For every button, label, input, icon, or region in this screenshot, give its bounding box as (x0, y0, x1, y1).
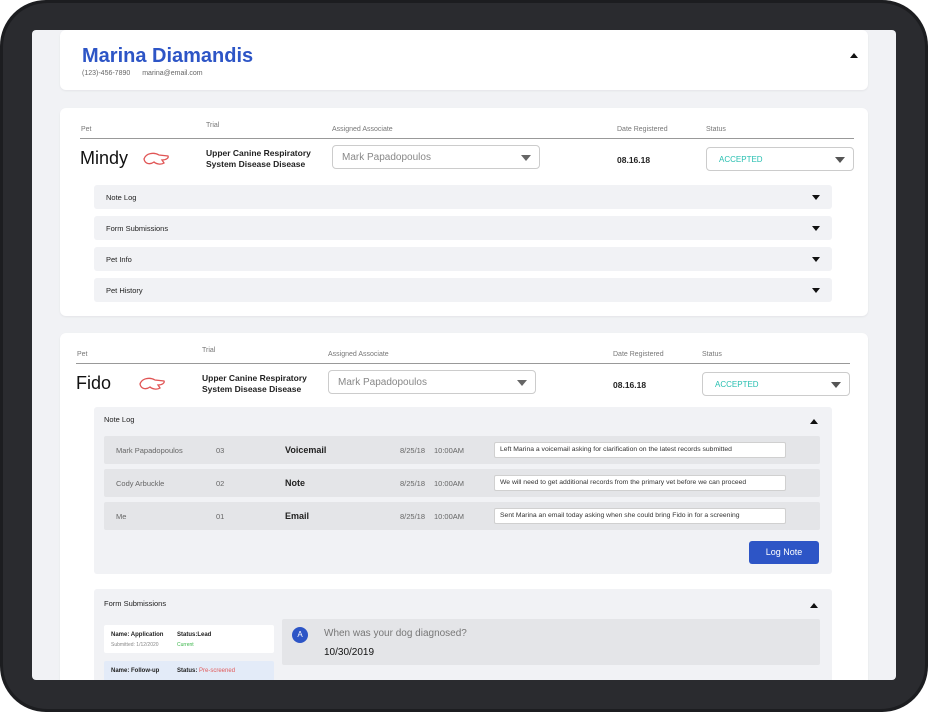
header-divider (76, 363, 850, 364)
chevron-down-icon (812, 226, 820, 231)
pet-name: Mindy (80, 148, 129, 168)
note-row[interactable]: Me 01 Email 8/25/18 10:00AM Sent Marina … (104, 502, 820, 530)
chevron-down-icon (812, 257, 820, 262)
note-author: Me (116, 512, 127, 521)
form-submissions-title: Form Submissions (104, 599, 167, 608)
note-row[interactable]: Mark Papadopoulos 03 Voicemail 8/25/18 1… (104, 436, 820, 464)
chevron-down-icon (812, 288, 820, 293)
note-log-title: Note Log (104, 415, 135, 424)
chevron-down-icon (521, 155, 531, 161)
col-header-status: Status (706, 126, 726, 133)
col-header-status: Status (702, 351, 722, 358)
pet-name: Fido (76, 373, 112, 393)
associate-value: Mark Papadopoulos (342, 152, 431, 163)
chevron-down-icon (812, 195, 820, 200)
note-text[interactable]: Sent Marina an email today asking when s… (494, 508, 786, 524)
col-header-pet: Pet (77, 351, 88, 358)
note-date: 8/25/18 (400, 512, 426, 521)
answer-badge: A (292, 627, 308, 643)
pet-card-mindy: Pet Trial Assigned Associate Date Regist… (60, 108, 868, 316)
col-header-trial: Trial (202, 347, 216, 354)
note-time: 10:00AM (434, 446, 465, 455)
submission-name: Name: Follow-up (111, 668, 160, 674)
paw-icon (139, 377, 165, 390)
app-screen: Marina Diamandis (123)-456-7890 marina@e… (32, 30, 896, 680)
answer-text: 10/30/2019 (324, 647, 375, 658)
accordion-label: Pet History (106, 286, 143, 295)
submission-item[interactable]: Name: Application Status:Lead Submitted:… (104, 625, 274, 653)
tablet-frame: Marina Diamandis (123)-456-7890 marina@e… (0, 0, 928, 712)
submission-status: Status:Lead (177, 632, 212, 638)
pet-trial: Upper Canine Respiratory System Disease … (206, 148, 311, 169)
col-header-associate: Assigned Associate (332, 126, 393, 133)
note-time: 10:00AM (434, 512, 465, 521)
owner-contact: (123)-456-7890 marina@email.com (82, 70, 213, 77)
header-divider (80, 138, 854, 139)
note-text[interactable]: We will need to get additional records f… (494, 475, 786, 491)
col-header-date: Date Registered (617, 126, 668, 133)
note-time: 10:00AM (434, 479, 465, 488)
submission-status: Status: Pre-screened (177, 668, 236, 674)
date-registered: 08.16.18 (617, 155, 651, 165)
col-header-associate: Assigned Associate (328, 351, 389, 358)
submission-date: Submitted: 1/12/2020 (111, 642, 159, 648)
question-text: When was your dog diagnosed? (324, 628, 467, 639)
note-date: 8/25/18 (400, 479, 426, 488)
note-author: Mark Papadopoulos (116, 446, 183, 455)
pet-trial: Upper Canine Respiratory System Disease … (202, 373, 307, 394)
chevron-down-icon (517, 380, 527, 386)
form-submissions-panel: Form Submissions Name: Application Statu… (94, 589, 832, 680)
note-text[interactable]: Left Marina a voicemail asking for clari… (494, 442, 786, 458)
note-number: 02 (216, 479, 225, 488)
collapse-note-log-icon[interactable] (810, 419, 818, 424)
owner-email: marina@email.com (142, 70, 203, 77)
col-header-trial: Trial (206, 122, 220, 129)
log-note-button[interactable]: Log Note (749, 541, 819, 564)
note-type: Email (285, 511, 310, 521)
accordion-pet-info[interactable]: Pet Info (94, 247, 832, 271)
submission-current-badge: Current (177, 642, 194, 648)
note-number: 03 (216, 446, 225, 455)
submission-item[interactable]: Name: Follow-up Status: Pre-screened (104, 661, 274, 680)
accordion-note-log[interactable]: Note Log (94, 185, 832, 209)
question-answer: A When was your dog diagnosed? 10/30/201… (282, 619, 820, 665)
associate-select[interactable]: Mark Papadopoulos (328, 370, 536, 394)
status-value: ACCEPTED (715, 380, 759, 389)
note-log-panel: Note Log Mark Papadopoulos 03 Voicemail … (94, 407, 832, 574)
associate-select[interactable]: Mark Papadopoulos (332, 145, 540, 169)
associate-value: Mark Papadopoulos (338, 377, 427, 388)
accordion-pet-history[interactable]: Pet History (94, 278, 832, 302)
submission-name: Name: Application (111, 632, 164, 638)
chevron-down-icon (835, 157, 845, 163)
col-header-pet: Pet (81, 126, 92, 133)
paw-icon (143, 152, 169, 165)
owner-name: Marina Diamandis (82, 45, 254, 67)
note-row[interactable]: Cody Arbuckle 02 Note 8/25/18 10:00AM We… (104, 469, 820, 497)
pet-card-fido: Pet Trial Assigned Associate Date Regist… (60, 333, 868, 680)
accordion-form-submissions[interactable]: Form Submissions (94, 216, 832, 240)
status-select[interactable]: ACCEPTED (706, 147, 854, 171)
collapse-form-submissions-icon[interactable] (810, 603, 818, 608)
collapse-owner-icon[interactable] (850, 53, 858, 58)
note-type: Voicemail (285, 445, 327, 455)
status-select[interactable]: ACCEPTED (702, 372, 850, 396)
note-author: Cody Arbuckle (116, 479, 165, 488)
owner-card: Marina Diamandis (123)-456-7890 marina@e… (60, 30, 868, 90)
col-header-date: Date Registered (613, 351, 664, 358)
accordion-label: Pet Info (106, 255, 132, 264)
date-registered: 08.16.18 (613, 380, 647, 390)
status-value: ACCEPTED (719, 155, 763, 164)
accordion-label: Note Log (106, 193, 137, 202)
note-type: Note (285, 478, 305, 488)
chevron-down-icon (831, 382, 841, 388)
note-number: 01 (216, 512, 225, 521)
note-date: 8/25/18 (400, 446, 426, 455)
owner-phone: (123)-456-7890 (82, 70, 131, 77)
accordion-label: Form Submissions (106, 224, 169, 233)
